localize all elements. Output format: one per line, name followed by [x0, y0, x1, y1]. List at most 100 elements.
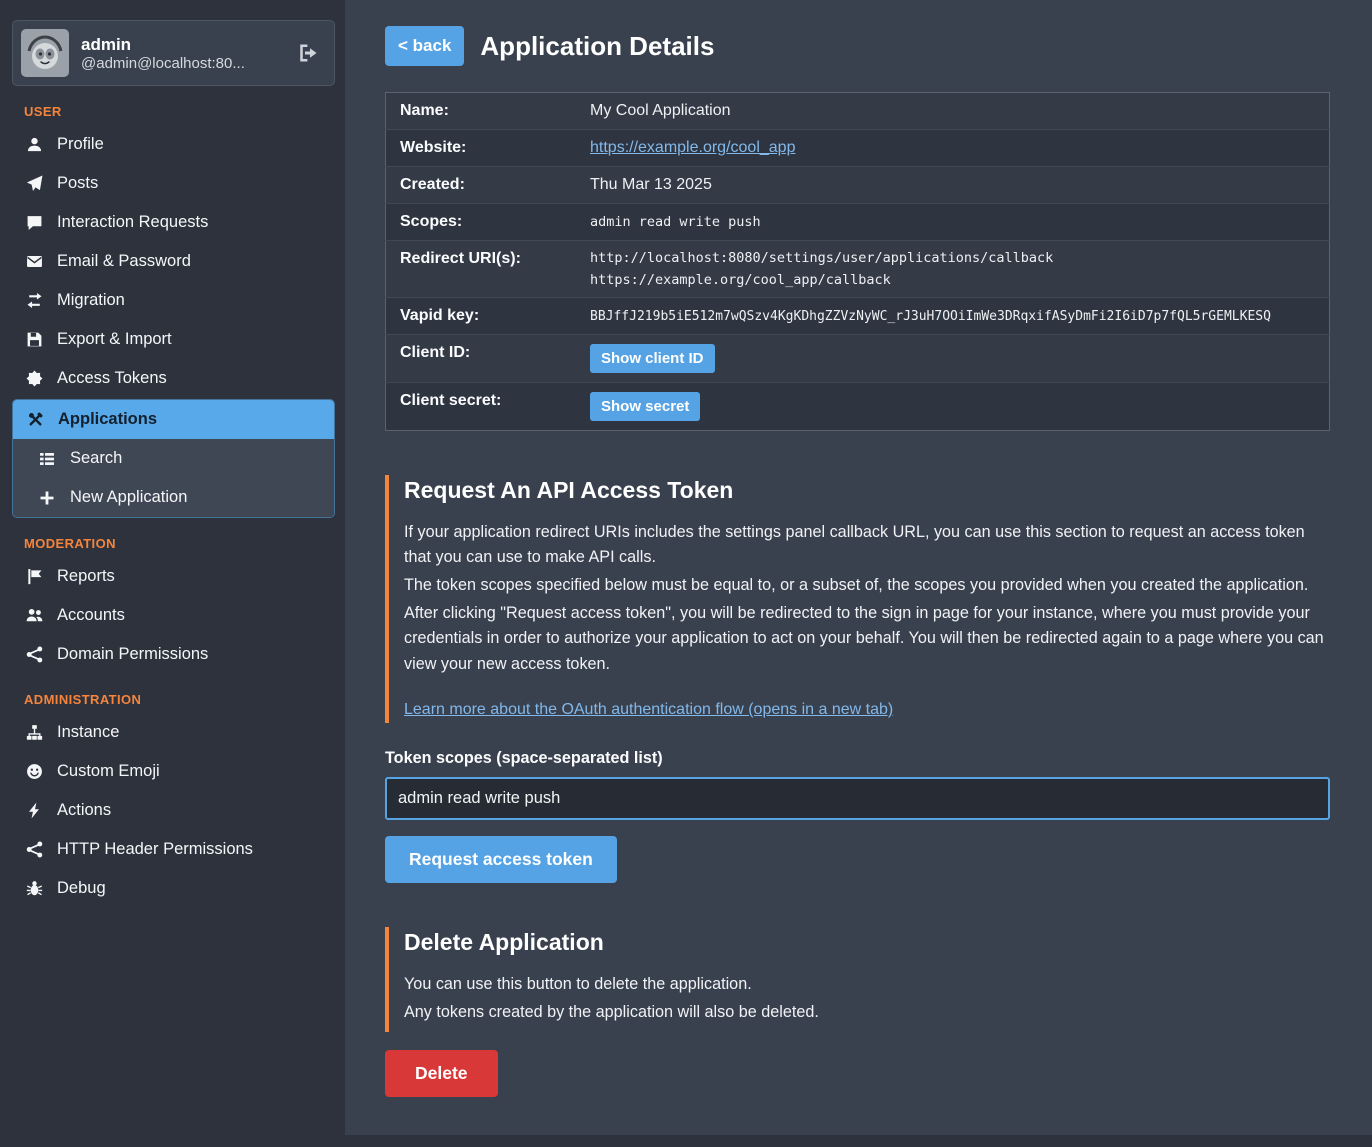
section-label-moderation: MODERATION [24, 536, 335, 551]
bolt-icon [24, 802, 44, 819]
paper-plane-icon [24, 175, 44, 192]
sidebar-item-interaction-requests[interactable]: Interaction Requests [12, 203, 335, 242]
back-button[interactable]: < back [385, 26, 464, 66]
application-name: My Cool Application [590, 93, 1330, 130]
page-header: < back Application Details [385, 26, 1330, 66]
sidebar-item-export-import[interactable]: Export & Import [12, 320, 335, 359]
table-row: Created: Thu Mar 13 2025 [386, 167, 1330, 204]
table-row: Website: https://example.org/cool_app [386, 130, 1330, 167]
sidebar-item-label: Export & Import [57, 330, 172, 349]
sidebar-item-label: Access Tokens [57, 369, 167, 388]
row-label: Redirect URI(s): [386, 241, 591, 298]
delete-application-section: Delete Application You can use this butt… [385, 927, 1330, 1032]
sidebar-item-label: Applications [58, 410, 157, 429]
redirect-uri: http://localhost:8080/settings/user/appl… [590, 250, 1319, 266]
sidebar-item-domain-permissions[interactable]: Domain Permissions [12, 635, 335, 674]
plus-icon [37, 490, 57, 506]
sidebar-item-label: Interaction Requests [57, 213, 208, 232]
section-title: Request An API Access Token [404, 477, 1330, 504]
sidebar-item-access-tokens[interactable]: Access Tokens [12, 359, 335, 398]
smiley-icon [24, 763, 44, 780]
redirect-uri: https://example.org/cool_app/callback [590, 272, 1319, 288]
avatar [21, 29, 69, 77]
website-link[interactable]: https://example.org/cool_app [590, 139, 795, 156]
user-meta: admin @admin@localhost:80... [81, 35, 282, 72]
bug-icon [24, 880, 44, 897]
list-icon [37, 451, 57, 467]
oauth-docs-link[interactable]: Learn more about the OAuth authenticatio… [404, 701, 893, 718]
request-access-token-button[interactable]: Request access token [385, 836, 617, 883]
sidebar-item-migration[interactable]: Migration [12, 281, 335, 320]
table-row: Scopes: admin read write push [386, 204, 1330, 241]
show-client-id-button[interactable]: Show client ID [590, 344, 715, 373]
row-label: Vapid key: [386, 298, 591, 335]
settings-panel: admin @admin@localhost:80... USER Profil… [0, 0, 1372, 1147]
share-nodes-icon [24, 841, 44, 858]
row-label: Client secret: [386, 383, 591, 431]
section-paragraph: The token scopes specified below must be… [404, 573, 1330, 598]
sidebar-item-label: Accounts [57, 606, 125, 625]
table-row: Vapid key: BBJffJ219b5iE512m7wQSzv4KgKDh… [386, 298, 1330, 335]
row-label: Client ID: [386, 335, 591, 383]
sidebar-item-label: Actions [57, 801, 111, 820]
token-scopes-input[interactable] [385, 777, 1330, 820]
section-title: Delete Application [404, 929, 1330, 956]
table-row: Redirect URI(s): http://localhost:8080/s… [386, 241, 1330, 298]
sidebar-item-debug[interactable]: Debug [12, 869, 335, 908]
applications-subnav: Search New Application [13, 439, 334, 517]
sidebar-item-label: HTTP Header Permissions [57, 840, 253, 859]
table-row: Client secret: Show secret [386, 383, 1330, 431]
request-token-section: Request An API Access Token If your appl… [385, 475, 1330, 723]
delete-application-button[interactable]: Delete [385, 1050, 498, 1097]
sidebar-item-http-header-permissions[interactable]: HTTP Header Permissions [12, 830, 335, 869]
table-row: Client ID: Show client ID [386, 335, 1330, 383]
sidebar-item-label: Search [70, 449, 122, 468]
application-details-table: Name: My Cool Application Website: https… [385, 92, 1330, 431]
sidebar-item-applications-search[interactable]: Search [13, 439, 334, 478]
sidebar-item-instance[interactable]: Instance [12, 713, 335, 752]
sidebar-item-custom-emoji[interactable]: Custom Emoji [12, 752, 335, 791]
sitemap-icon [24, 724, 44, 741]
arrows-exchange-icon [24, 292, 44, 309]
created-date: Thu Mar 13 2025 [590, 167, 1330, 204]
row-label: Website: [386, 130, 591, 167]
sidebar-item-label: Posts [57, 174, 98, 193]
sidebar-item-accounts[interactable]: Accounts [12, 596, 335, 635]
section-paragraph: If your application redirect URIs includ… [404, 520, 1330, 570]
section-paragraph: Any tokens created by the application wi… [404, 1000, 1330, 1025]
sidebar-item-profile[interactable]: Profile [12, 125, 335, 164]
seal-icon [24, 370, 44, 387]
sidebar-item-reports[interactable]: Reports [12, 557, 335, 596]
sidebar-item-new-application[interactable]: New Application [13, 478, 334, 517]
applications-group: Applications Search New Application [12, 399, 335, 518]
users-icon [24, 607, 44, 624]
row-label: Scopes: [386, 204, 591, 241]
scopes-value: admin read write push [590, 204, 1330, 241]
floppy-disk-icon [24, 331, 44, 348]
section-label-user: USER [24, 104, 335, 119]
logout-icon[interactable] [294, 39, 322, 67]
show-secret-button[interactable]: Show secret [590, 392, 700, 421]
sidebar-item-applications[interactable]: Applications [13, 400, 334, 439]
sidebar-item-actions[interactable]: Actions [12, 791, 335, 830]
page-title: Application Details [480, 31, 714, 62]
sidebar-item-label: Instance [57, 723, 119, 742]
sidebar-item-email-password[interactable]: Email & Password [12, 242, 335, 281]
comment-icon [24, 214, 44, 231]
sidebar-item-label: Custom Emoji [57, 762, 160, 781]
sidebar: admin @admin@localhost:80... USER Profil… [0, 0, 345, 1147]
sidebar-item-label: Debug [57, 879, 106, 898]
sidebar-item-label: Reports [57, 567, 115, 586]
sidebar-item-posts[interactable]: Posts [12, 164, 335, 203]
row-label: Created: [386, 167, 591, 204]
user-icon [24, 136, 44, 153]
user-handle: @admin@localhost:80... [81, 55, 282, 72]
username: admin [81, 35, 282, 55]
section-label-administration: ADMINISTRATION [24, 692, 335, 707]
flag-icon [24, 568, 44, 585]
user-card[interactable]: admin @admin@localhost:80... [12, 20, 335, 86]
sidebar-item-label: Profile [57, 135, 104, 154]
sidebar-item-label: Domain Permissions [57, 645, 208, 664]
token-scopes-label: Token scopes (space-separated list) [385, 749, 1330, 768]
sidebar-item-label: Migration [57, 291, 125, 310]
